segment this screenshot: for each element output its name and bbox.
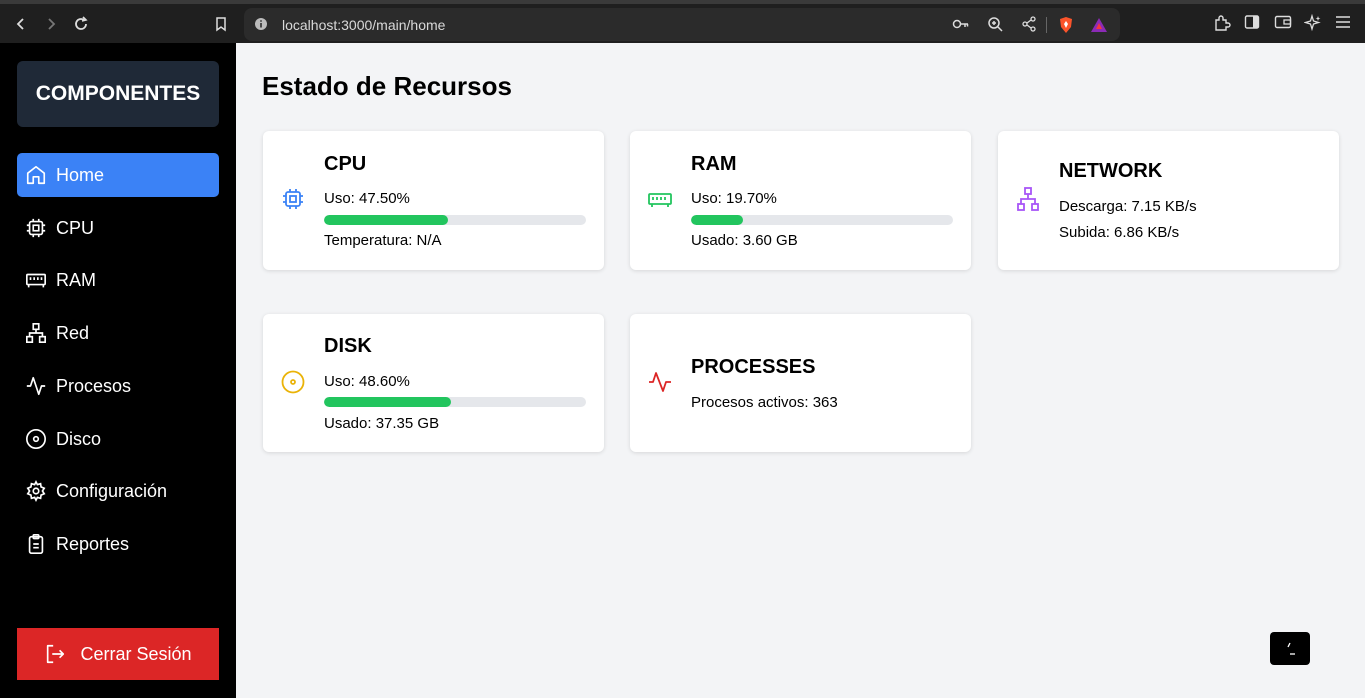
forward-button[interactable] [40,13,62,35]
gear-icon [25,480,47,502]
sidebar-item-label: Red [56,322,90,343]
sidebar-item-label: Configuración [56,480,168,501]
key-icon[interactable] [952,16,970,37]
cpu-temperature-text: Temperatura: N/A [324,232,442,249]
disk-progress-fill [324,397,452,407]
ram-progress-fill [691,215,743,225]
disc-icon [281,370,305,394]
sidebar: COMPONENTES Home CPU RAM Red Procesos Di… [0,43,236,698]
ram-card: RAM Uso: 19.70% Usado: 3.60 GB [630,131,971,270]
network-icon [25,322,47,344]
sidebar-item-disco[interactable]: Disco [17,417,219,461]
network-card: NETWORK Descarga: 7.15 KB/s Subida: 6.86… [998,131,1339,270]
extensions-icon[interactable] [1213,14,1231,37]
sidebar-item-label: RAM [56,269,96,290]
ram-used-text: Usado: 3.60 GB [691,232,798,249]
url-text[interactable]: localhost:3000/main/home [282,17,445,33]
wallet-icon[interactable] [1274,14,1292,35]
cpu-icon [281,187,305,211]
processes-active-text: Procesos activos: 363 [691,394,838,411]
card-title: NETWORK [1059,160,1163,182]
sidebar-item-label: Procesos [56,375,132,396]
sidebar-item-configuracion[interactable]: Configuración [17,469,219,513]
logout-icon [44,643,66,665]
sidebar-item-label: Disco [56,428,102,449]
cpu-icon [25,217,47,239]
cpu-progress-fill [324,215,449,225]
home-icon [25,164,47,186]
divider [1046,17,1047,33]
sidebar-item-reportes[interactable]: Reportes [17,522,219,566]
cpu-progress-bar [324,215,586,225]
clipboard-icon [25,533,47,555]
memory-icon [648,187,672,211]
disc-icon [25,428,47,450]
memory-icon [25,269,47,291]
card-title: CPU [324,153,367,175]
sidebar-item-procesos[interactable]: Procesos [17,364,219,408]
logout-button[interactable]: Cerrar Sesión [17,628,219,680]
dev-tools-button[interactable] [1270,632,1310,665]
address-bar[interactable]: localhost:3000/main/home [244,8,1120,41]
menu-icon[interactable] [1335,14,1351,35]
network-icon [1016,187,1040,211]
site-info-icon[interactable] [254,17,268,36]
sidebar-item-ram[interactable]: RAM [17,258,219,302]
activity-icon [648,370,672,394]
activity-icon [25,375,47,397]
share-icon[interactable] [1021,16,1037,37]
zoom-icon[interactable] [987,16,1003,37]
bookmark-button[interactable] [210,13,232,35]
ram-progress-bar [691,215,953,225]
sidebar-item-label: CPU [56,217,95,238]
browser-toolbar: localhost:3000/main/home [0,0,1365,43]
cpu-usage-text: Uso: 47.50% [324,190,410,207]
sidebar-toggle-icon[interactable] [1244,14,1260,35]
sidebar-item-home[interactable]: Home [17,153,219,197]
terminal-icon [1287,642,1295,655]
back-button[interactable] [10,13,32,35]
sidebar-item-red[interactable]: Red [17,311,219,355]
sidebar-item-cpu[interactable]: CPU [17,206,219,250]
card-title: RAM [691,153,737,175]
card-title: DISK [324,335,372,357]
sidebar-item-label: Reportes [56,533,130,554]
rewards-icon[interactable] [1090,16,1108,39]
disk-card: DISK Uso: 48.60% Usado: 37.35 GB [263,314,604,452]
disk-used-text: Usado: 37.35 GB [324,415,440,432]
sidebar-item-label: Home [56,164,105,185]
reload-button[interactable] [70,13,92,35]
disk-progress-bar [324,397,586,407]
ram-usage-text: Uso: 19.70% [691,190,777,207]
logout-label: Cerrar Sesión [80,643,192,664]
network-upload-text: Subida: 6.86 KB/s [1059,224,1180,241]
leo-ai-icon[interactable] [1303,13,1322,37]
disk-usage-text: Uso: 48.60% [324,373,410,390]
sidebar-brand: COMPONENTES [17,61,219,127]
card-title: PROCESSES [691,356,816,378]
processes-card: PROCESSES Procesos activos: 363 [630,314,971,452]
cpu-card: CPU Uso: 47.50% Temperatura: N/A [263,131,604,270]
brave-shield-icon[interactable] [1057,16,1075,39]
network-download-text: Descarga: 7.15 KB/s [1059,198,1197,215]
page-title: Estado de Recursos [262,71,512,101]
